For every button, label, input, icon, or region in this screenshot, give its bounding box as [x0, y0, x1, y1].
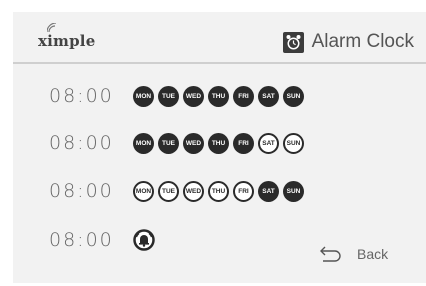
brand-logo: ximple	[38, 23, 96, 50]
wifi-waves-icon	[47, 23, 57, 33]
day-toggle-fri[interactable]: FRI	[233, 180, 254, 202]
day-toggle-tue[interactable]: TUE	[158, 180, 179, 202]
alarm-clock-screen: ximple Alarm Clock 08:00 MON TUE WED THU…	[13, 12, 426, 283]
day-toggle-sat[interactable]: SAT	[258, 180, 279, 202]
back-arrow-icon	[320, 246, 341, 262]
day-toggle-sun[interactable]: SUN	[283, 85, 304, 107]
day-toggle-thu[interactable]: THU	[208, 85, 229, 107]
day-toggle-thu[interactable]: THU	[208, 180, 229, 202]
day-toggle-tue[interactable]: TUE	[158, 132, 179, 154]
alarm-time[interactable]: 08:00	[49, 229, 133, 251]
alarm-time[interactable]: 08:00	[49, 85, 133, 107]
header: ximple Alarm Clock	[13, 12, 426, 64]
page-title-group: Alarm Clock	[282, 31, 414, 53]
weekday-selector: MON TUE WED THU FRI SAT SUN	[133, 85, 304, 107]
day-toggle-mon[interactable]: MON	[133, 180, 154, 202]
day-toggle-fri[interactable]: FRI	[233, 132, 254, 154]
day-toggle-mon[interactable]: MON	[133, 85, 154, 107]
day-toggle-mon[interactable]: MON	[133, 132, 154, 154]
alarm-bell-icon[interactable]	[133, 229, 155, 251]
alarm-row[interactable]: 08:00	[49, 228, 155, 252]
logo-text: ximple	[38, 32, 96, 50]
back-label: Back	[357, 246, 389, 262]
day-toggle-tue[interactable]: TUE	[158, 85, 179, 107]
day-toggle-sat[interactable]: SAT	[258, 85, 279, 107]
day-toggle-wed[interactable]: WED	[183, 132, 204, 154]
page-title: Alarm Clock	[311, 31, 414, 52]
day-toggle-sun[interactable]: SUN	[283, 180, 304, 202]
day-toggle-thu[interactable]: THU	[208, 132, 229, 154]
clock-icon	[282, 31, 304, 53]
weekday-selector: MON TUE WED THU FRI SAT SUN	[133, 180, 304, 202]
alarm-time[interactable]: 08:00	[49, 132, 133, 154]
day-toggle-sat[interactable]: SAT	[258, 132, 279, 154]
alarm-row[interactable]: 08:00 MON TUE WED THU FRI SAT SUN	[49, 84, 304, 108]
alarm-row[interactable]: 08:00 MON TUE WED THU FRI SAT SUN	[49, 179, 304, 203]
weekday-selector: MON TUE WED THU FRI SAT SUN	[133, 132, 304, 154]
day-toggle-wed[interactable]: WED	[183, 85, 204, 107]
day-toggle-sun[interactable]: SUN	[283, 132, 304, 154]
day-toggle-fri[interactable]: FRI	[233, 85, 254, 107]
back-button[interactable]: Back	[319, 245, 388, 263]
day-toggle-wed[interactable]: WED	[183, 180, 204, 202]
alarm-time[interactable]: 08:00	[49, 180, 133, 202]
alarm-row[interactable]: 08:00 MON TUE WED THU FRI SAT SUN	[49, 131, 304, 155]
